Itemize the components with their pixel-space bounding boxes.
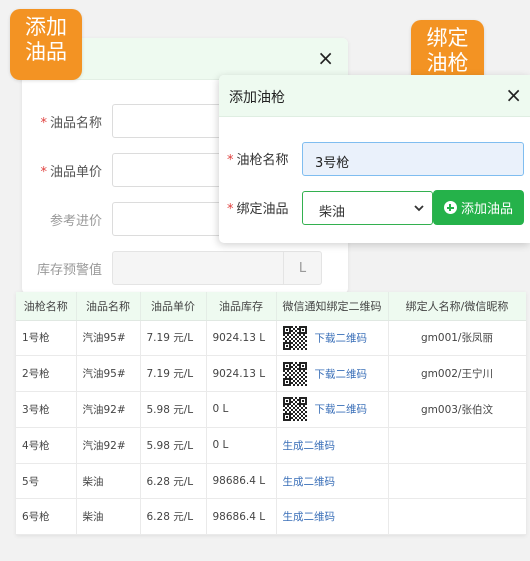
- nozzle-name-cell: 1号枪: [16, 320, 77, 357]
- qr-code-icon: [282, 397, 307, 422]
- product-stock-cell: 0 L: [206, 391, 277, 428]
- product-price-cell: 7.19 元/L: [140, 320, 207, 357]
- add-nozzle-dialog: 添加油枪 × * 油枪名称 3号枪 * 绑定油品 柴油 添加油品: [219, 75, 530, 243]
- table-header-row: 油枪名称 油品名称 油品单价 油品库存 微信通知绑定二维码 绑定人名称/微信昵称: [16, 292, 526, 321]
- add-product-button[interactable]: 添加油品: [433, 190, 524, 225]
- table-row: 1号枪 汽油95# 7.19 元/L 9024.13 L 下载二维码 gm001/张凤丽: [16, 320, 526, 357]
- close-icon[interactable]: ×: [505, 85, 522, 105]
- product-price-cell: 5.98 元/L: [140, 391, 207, 428]
- nozzle-name-input[interactable]: 3号枪: [302, 142, 524, 176]
- bound-user-cell: [388, 498, 526, 535]
- product-name-cell: 汽油92#: [76, 391, 141, 428]
- bind-nozzle-tag-text: 绑定 油枪: [426, 26, 469, 75]
- generate-qr-link[interactable]: 生成二维码: [283, 476, 336, 488]
- nozzle-name-cell: 2号枪: [16, 355, 77, 393]
- qr-cell: 下载二维码: [276, 320, 389, 357]
- product-stock-cell: 9024.13 L: [206, 355, 277, 393]
- qr-cell: 生成二维码: [276, 498, 389, 535]
- qr-code-icon: [282, 361, 307, 386]
- reference-price-label: 参考进价: [49, 213, 102, 229]
- dialog-title: 添加油枪: [229, 90, 285, 106]
- col-nozzle-name: 油枪名称: [16, 292, 77, 321]
- download-qr-link[interactable]: 下载二维码: [315, 368, 368, 380]
- table-row: 4号枪 汽油92# 5.98 元/L 0 L 生成二维码: [16, 427, 526, 464]
- product-name-cell: 汽油95#: [76, 320, 141, 357]
- chevron-down-icon: [414, 205, 424, 212]
- nozzle-name-cell: 4号枪: [16, 427, 77, 464]
- add-product-tag-text: 添加 油品: [25, 15, 67, 64]
- product-name-cell: 汽油92#: [76, 427, 141, 464]
- col-bound-user: 绑定人名称/微信昵称: [388, 292, 526, 321]
- product-name-cell: 汽油95#: [76, 355, 141, 393]
- nozzle-name-cell: 3号枪: [16, 391, 77, 428]
- bind-product-label: * 绑定油品: [227, 202, 289, 217]
- qr-code-icon: [282, 325, 307, 350]
- product-stock-cell: 98686.4 L: [206, 463, 277, 500]
- nozzle-name-label: * 油枪名称: [227, 153, 289, 168]
- nozzle-table: 油枪名称 油品名称 油品单价 油品库存 微信通知绑定二维码 绑定人名称/微信昵称…: [16, 292, 526, 535]
- product-price-label: * 油品单价: [40, 164, 102, 180]
- stock-alert-unit: L: [283, 252, 321, 284]
- product-stock-cell: 0 L: [206, 427, 277, 464]
- bound-user-cell: [388, 463, 526, 500]
- bound-user-cell: gm001/张凤丽: [388, 320, 526, 357]
- add-nozzle-dialog-header: 添加油枪 ×: [219, 75, 530, 117]
- table-row: 5号 柴油 6.28 元/L 98686.4 L 生成二维码: [16, 463, 526, 500]
- table-row: 3号枪 汽油92# 5.98 元/L 0 L 下载二维码 gm003/张伯汶: [16, 391, 526, 428]
- generate-qr-link[interactable]: 生成二维码: [283, 440, 336, 452]
- download-qr-link[interactable]: 下载二维码: [315, 332, 368, 344]
- bound-user-cell: gm002/王宁川: [388, 355, 526, 393]
- qr-cell: 生成二维码: [276, 463, 389, 500]
- reference-price-row: 参考进价: [22, 202, 222, 236]
- qr-cell: 下载二维码: [276, 391, 389, 428]
- table-row: 2号枪 汽油95# 7.19 元/L 9024.13 L 下载二维码 gm002/王宁川: [16, 355, 526, 393]
- product-price-cell: 7.19 元/L: [140, 355, 207, 393]
- product-price-cell: 6.28 元/L: [140, 498, 207, 535]
- add-product-tag: 添加 油品: [10, 9, 82, 80]
- download-qr-link[interactable]: 下载二维码: [315, 404, 368, 416]
- bound-user-cell: gm003/张伯汶: [388, 391, 526, 428]
- product-price-row: * 油品单价: [22, 153, 222, 187]
- generate-qr-link[interactable]: 生成二维码: [283, 511, 336, 523]
- col-wechat-qr: 微信通知绑定二维码: [276, 292, 389, 321]
- product-price-cell: 5.98 元/L: [140, 427, 207, 464]
- table-row: 6号枪 柴油 6.28 元/L 98686.4 L 生成二维码: [16, 498, 526, 535]
- nozzle-name-cell: 5号: [16, 463, 77, 500]
- product-name-cell: 柴油: [76, 498, 141, 535]
- qr-cell: 生成二维码: [276, 427, 389, 464]
- col-product-name: 油品名称: [76, 292, 141, 321]
- bind-product-value: 柴油: [319, 205, 346, 220]
- product-stock-cell: 9024.13 L: [206, 320, 277, 357]
- product-name-cell: 柴油: [76, 463, 141, 500]
- product-price-input[interactable]: [112, 153, 222, 187]
- add-product-button-label: 添加油品: [460, 202, 513, 217]
- stock-alert-label: 库存预警值: [36, 262, 102, 278]
- product-name-row: * 油品名称: [22, 104, 222, 138]
- bind-product-select[interactable]: 柴油: [302, 191, 433, 225]
- product-price-cell: 6.28 元/L: [140, 463, 207, 500]
- stock-alert-row: 库存预警值 L: [22, 251, 322, 285]
- bound-user-cell: [388, 427, 526, 464]
- stock-alert-input[interactable]: L: [112, 251, 322, 285]
- plus-circle-icon: [443, 201, 457, 214]
- reference-price-input[interactable]: [112, 202, 222, 236]
- col-product-price: 油品单价: [140, 292, 207, 321]
- close-icon[interactable]: ×: [317, 48, 334, 68]
- product-stock-cell: 98686.4 L: [206, 498, 277, 535]
- product-name-input[interactable]: [112, 104, 222, 138]
- nozzle-name-cell: 6号枪: [16, 498, 77, 535]
- product-name-label: * 油品名称: [40, 115, 102, 131]
- col-product-stock: 油品库存: [206, 292, 277, 321]
- qr-cell: 下载二维码: [276, 355, 389, 393]
